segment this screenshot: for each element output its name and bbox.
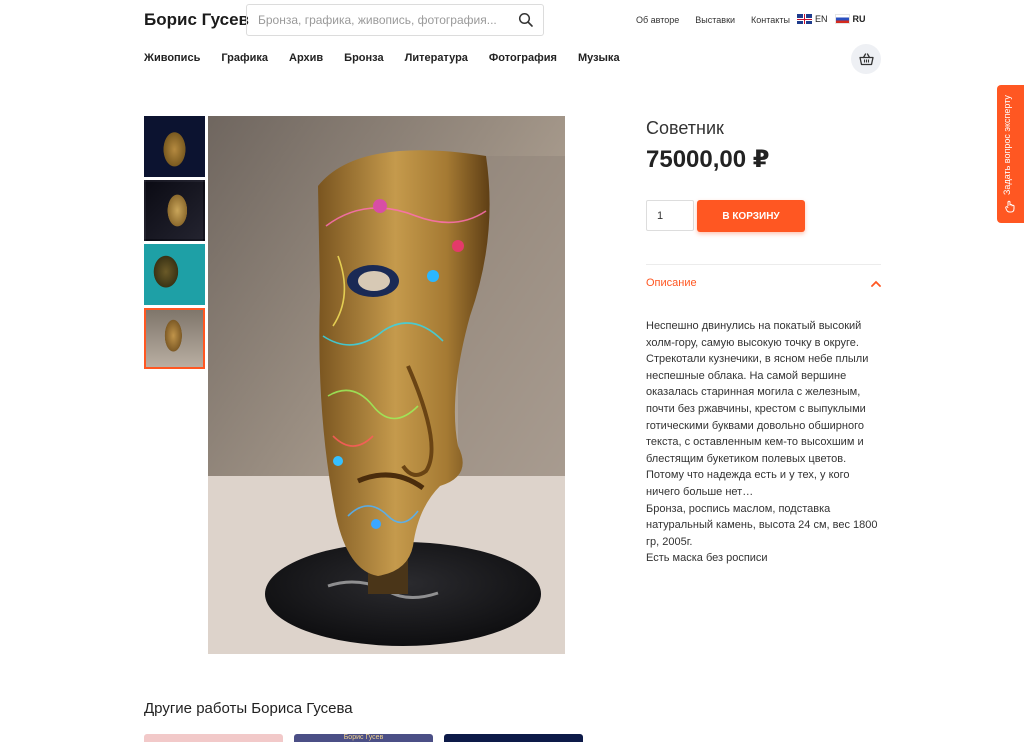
- description-details: Бронза, роспись маслом, подставка натура…: [646, 502, 878, 548]
- product-description: Неспешно двинулись на покатый высокий хо…: [646, 318, 886, 567]
- product-title: Советник: [646, 118, 724, 138]
- toplink-contacts[interactable]: Контакты: [751, 15, 790, 25]
- thumbnail-3[interactable]: [144, 244, 205, 305]
- quantity-input[interactable]: [646, 200, 694, 231]
- ask-expert-tab[interactable]: Задать вопрос эксперту: [997, 85, 1024, 223]
- thumbnail-4[interactable]: [144, 308, 205, 369]
- related-work-card[interactable]: Борис Гусев: [294, 734, 433, 742]
- related-works-heading: Другие работы Бориса Гусева: [144, 700, 353, 717]
- divider: [646, 264, 881, 265]
- related-work-card-text: Борис Гусев: [343, 734, 384, 741]
- basket-icon: [858, 52, 874, 65]
- related-work-card[interactable]: [144, 734, 283, 742]
- thumbnail-list: [144, 116, 205, 372]
- nav-item-archive[interactable]: Архив: [289, 52, 323, 64]
- search-icon[interactable]: [518, 12, 534, 28]
- tab-description-label: Описание: [646, 277, 697, 289]
- description-paragraph: Неспешно двинулись на покатый высокий хо…: [646, 320, 869, 498]
- search-box[interactable]: [246, 4, 544, 36]
- toplink-exhibitions[interactable]: Выставки: [695, 15, 735, 25]
- hand-pointer-icon: [1005, 200, 1015, 213]
- nav-item-bronze[interactable]: Бронза: [344, 52, 383, 64]
- thumbnail-1[interactable]: [144, 116, 205, 177]
- nav-item-music[interactable]: Музыка: [578, 52, 620, 64]
- tab-description[interactable]: Описание: [646, 277, 881, 289]
- nav-item-painting[interactable]: Живопись: [144, 52, 200, 64]
- nav-item-graphics[interactable]: Графика: [221, 52, 268, 64]
- cart-button[interactable]: [851, 44, 881, 74]
- top-links: Об авторе Выставки Контакты: [636, 15, 806, 25]
- ask-expert-label: Задать вопрос эксперту: [1002, 95, 1012, 195]
- main-nav: Живопись Графика Архив Бронза Литература…: [144, 52, 641, 64]
- language-switcher: EN RU: [797, 14, 873, 24]
- lang-ru-label: RU: [852, 14, 866, 24]
- site-brand[interactable]: Борис Гусев: [144, 10, 249, 30]
- bronze-mask-image: [208, 116, 565, 654]
- search-input[interactable]: [247, 5, 497, 35]
- russia-flag-icon: [834, 14, 850, 24]
- related-works-list: Борис Гусев: [144, 734, 594, 742]
- product-price: 75000,00 ₽: [646, 146, 770, 173]
- nav-item-photography[interactable]: Фотография: [489, 52, 557, 64]
- lang-en[interactable]: EN: [797, 14, 828, 24]
- toplink-about[interactable]: Об авторе: [636, 15, 679, 25]
- related-work-card[interactable]: [444, 734, 583, 742]
- product-main-image[interactable]: [208, 116, 565, 654]
- lang-en-label: EN: [815, 14, 828, 24]
- add-to-cart-button[interactable]: В КОРЗИНУ: [697, 200, 805, 232]
- uk-flag-icon: [797, 14, 812, 24]
- description-note: Есть маска без росписи: [646, 552, 768, 565]
- lang-ru[interactable]: RU: [834, 14, 866, 24]
- chevron-up-icon: [871, 280, 881, 287]
- nav-item-literature[interactable]: Литература: [405, 52, 468, 64]
- thumbnail-2[interactable]: [144, 180, 205, 241]
